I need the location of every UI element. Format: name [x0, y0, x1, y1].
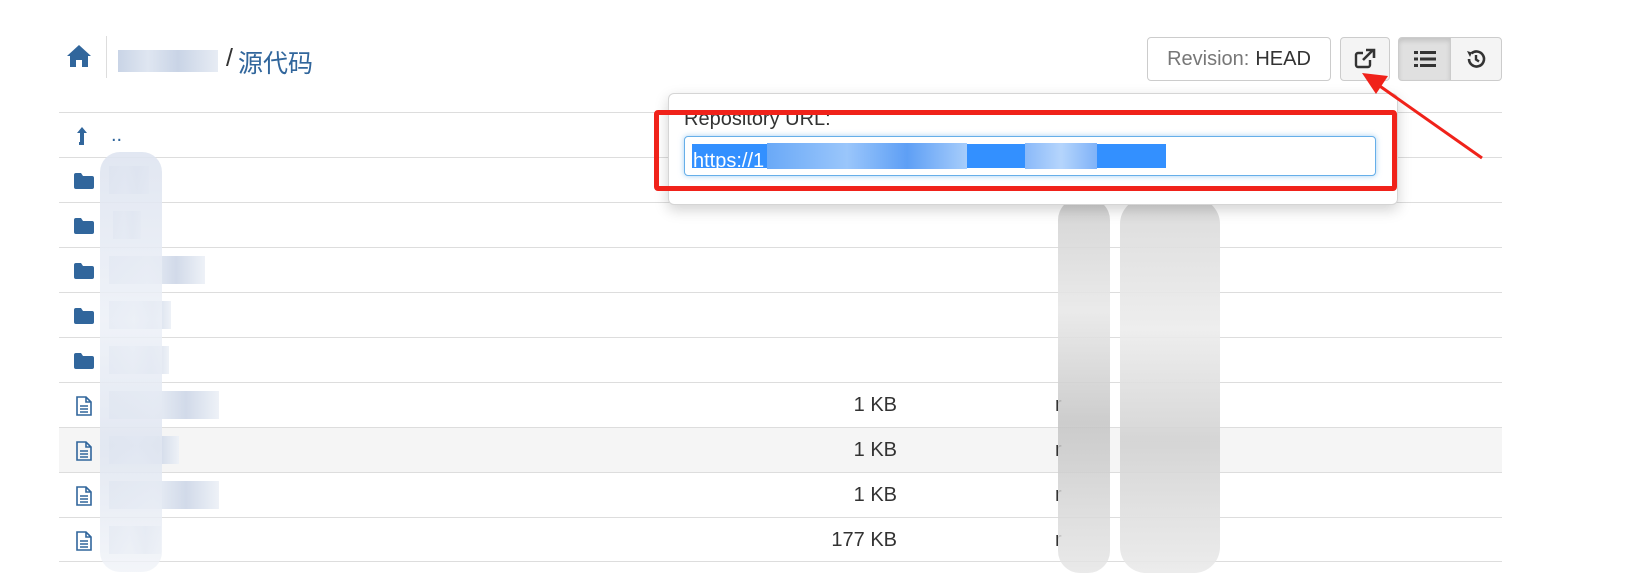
row-size: 1 KB [853, 439, 897, 461]
row-name[interactable]: .. [111, 124, 122, 147]
folder-icon [74, 173, 94, 189]
row-size: 1 KB [853, 484, 897, 506]
external-link-icon [1354, 48, 1376, 69]
folder-icon [74, 263, 94, 279]
folder-icon [74, 218, 94, 234]
table-row[interactable]: 177 KB r [59, 517, 1502, 562]
annotation-highlight-box [654, 110, 1397, 191]
file-icon [76, 396, 92, 416]
history-icon [1467, 50, 1486, 68]
revision-button[interactable]: Revision: HEAD [1147, 37, 1331, 81]
table-row[interactable]: 1 KB r [59, 427, 1502, 472]
file-icon [76, 441, 92, 461]
repository-url-button[interactable] [1340, 37, 1390, 81]
level-up-icon [77, 127, 87, 145]
home-icon[interactable] [66, 44, 92, 68]
breadcrumb-repo-link[interactable] [118, 50, 218, 72]
table-row[interactable]: 1 KB r [59, 382, 1502, 427]
row-size: 177 KB [831, 529, 897, 551]
breadcrumb-divider [106, 36, 107, 78]
revision-label: Revision: [1167, 47, 1250, 70]
table-row[interactable] [59, 292, 1502, 337]
folder-icon [74, 353, 94, 369]
breadcrumb-separator: / [226, 44, 233, 72]
redaction-mask [100, 152, 162, 572]
redaction-mask [1120, 198, 1220, 573]
table-row[interactable] [59, 337, 1502, 382]
redaction-mask [1058, 198, 1110, 573]
view-toggle-group [1398, 37, 1502, 81]
file-icon [76, 531, 92, 551]
header: / 源代码 Revision: HEAD [0, 0, 1647, 100]
history-button[interactable] [1450, 37, 1502, 81]
list-view-icon [1413, 51, 1436, 67]
list-view-button[interactable] [1398, 37, 1451, 81]
breadcrumb-current[interactable]: 源代码 [238, 44, 313, 80]
table-row[interactable]: 1 KB r [59, 472, 1502, 517]
folder-icon [74, 308, 94, 324]
revision-value: HEAD [1255, 47, 1311, 70]
table-row[interactable] [59, 202, 1502, 247]
table-row[interactable] [59, 247, 1502, 292]
file-icon [76, 486, 92, 506]
row-size: 1 KB [853, 394, 897, 416]
